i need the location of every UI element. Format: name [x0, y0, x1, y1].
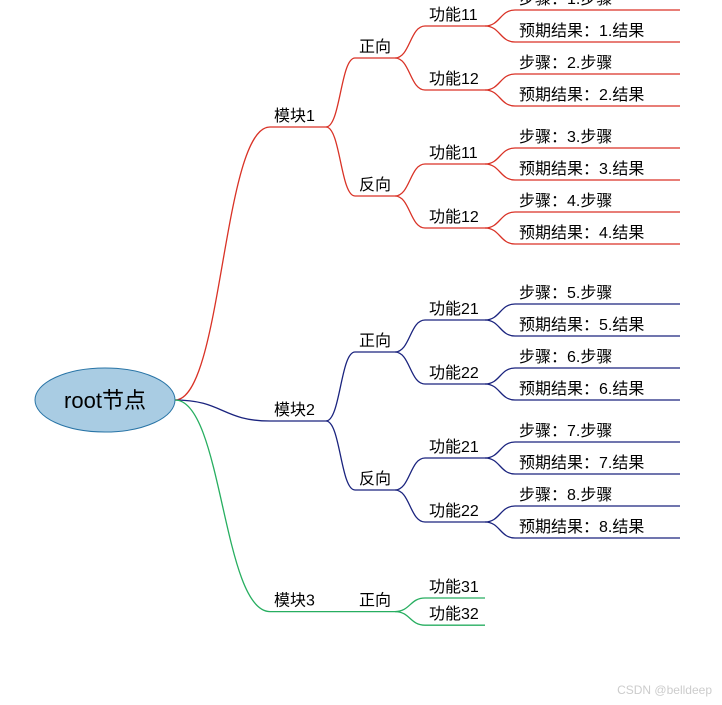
feature-label: 功能12 [429, 70, 479, 88]
feature-label: 功能21 [429, 300, 479, 318]
leaf-steps: 步骤：8.步骤 [519, 486, 612, 504]
direction-label: 正向 [359, 592, 391, 610]
leaf-expected: 预期结果：8.结果 [519, 518, 644, 536]
leaf-expected: 预期结果：5.结果 [519, 316, 644, 334]
leaf-steps: 步骤：5.步骤 [519, 284, 612, 302]
feature-label: 功能22 [429, 364, 479, 382]
leaf-expected: 预期结果：3.结果 [519, 160, 644, 178]
leaf-expected: 预期结果：2.结果 [519, 86, 644, 104]
watermark: CSDN @belldeep [617, 683, 712, 697]
feature-label: 功能11 [429, 144, 478, 162]
leaf-steps: 步骤：2.步骤 [519, 54, 612, 72]
direction-label: 反向 [359, 176, 391, 194]
feature-label: 功能31 [429, 578, 479, 596]
module-label: 模块1 [274, 107, 315, 125]
leaf-expected: 预期结果：7.结果 [519, 454, 644, 472]
leaf-expected: 预期结果：6.结果 [519, 380, 644, 398]
root-label: root节点 [64, 388, 146, 413]
leaf-steps: 步骤：4.步骤 [519, 192, 612, 210]
module-label: 模块3 [274, 592, 315, 610]
feature-label: 功能12 [429, 208, 479, 226]
feature-label: 功能22 [429, 502, 479, 520]
direction-label: 正向 [359, 332, 391, 350]
leaf-steps: 步骤：1.步骤 [519, 0, 612, 8]
direction-label: 正向 [359, 38, 391, 56]
feature-label: 功能32 [429, 605, 479, 623]
leaf-steps: 步骤：3.步骤 [519, 128, 612, 146]
leaf-steps: 步骤：6.步骤 [519, 348, 612, 366]
feature-label: 功能11 [429, 6, 478, 24]
mindmap-svg: root节点 步骤：1.步骤预期结果：1.结果功能11步骤：2.步骤预期结果：2… [0, 0, 722, 705]
feature-label: 功能21 [429, 438, 479, 456]
module-label: 模块2 [274, 401, 315, 419]
direction-label: 反向 [359, 470, 391, 488]
leaf-expected: 预期结果：1.结果 [519, 22, 644, 40]
leaf-expected: 预期结果：4.结果 [519, 224, 644, 242]
leaf-steps: 步骤：7.步骤 [519, 422, 612, 440]
